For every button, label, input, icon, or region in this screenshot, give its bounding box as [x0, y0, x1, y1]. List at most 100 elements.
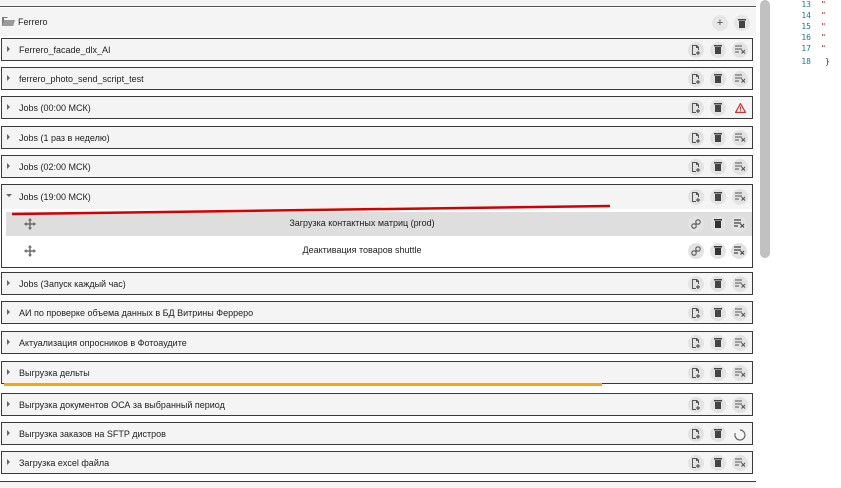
add-file-button[interactable] — [688, 189, 704, 205]
status-button[interactable] — [732, 426, 748, 442]
job-tree-panel: Ferrero + Ferrero_facade_dlx_AI ferrero_p… — [0, 0, 756, 488]
job-row[interactable]: Jobs (00:00 МСК) — [1, 96, 753, 119]
chevron-right-icon[interactable] — [7, 280, 10, 286]
status-button[interactable] — [732, 130, 748, 146]
add-file-button[interactable] — [688, 365, 704, 381]
clear-list-icon — [734, 458, 745, 467]
add-button[interactable]: + — [712, 15, 728, 31]
code-editor-fragment: 13 14 15 16 17 18 " " " " " } — [790, 0, 841, 70]
add-file-icon — [692, 45, 700, 55]
add-file-button[interactable] — [688, 100, 704, 116]
job-row-header[interactable]: Jobs (19:00 МСК) — [2, 185, 752, 209]
delete-button[interactable] — [710, 189, 726, 205]
trash-icon — [714, 458, 722, 467]
add-file-button[interactable] — [688, 305, 704, 321]
delete-button[interactable] — [710, 426, 726, 442]
delete-button[interactable] — [710, 130, 726, 146]
status-button[interactable] — [732, 276, 748, 292]
job-row[interactable]: Выгрузка заказов на SFTP дистров — [1, 422, 753, 445]
cropped-row-bottom — [0, 481, 756, 488]
child-job-row[interactable]: Деактивация товаров shuttle — [6, 239, 752, 263]
status-button[interactable] — [732, 305, 748, 321]
job-row[interactable]: Выгрузка дельты — [1, 361, 753, 384]
job-row[interactable]: Jobs (Запуск каждый час) — [1, 272, 753, 295]
trash-icon — [714, 368, 722, 377]
link-button[interactable] — [688, 216, 704, 232]
trash-icon — [738, 19, 746, 28]
link-icon — [691, 246, 701, 256]
status-button[interactable] — [732, 365, 748, 381]
line-number: 18 — [801, 57, 811, 66]
delete-button[interactable] — [710, 100, 726, 116]
trash-icon — [714, 162, 722, 171]
trash-icon — [714, 429, 722, 438]
link-icon — [691, 219, 701, 229]
delete-button[interactable] — [710, 397, 726, 413]
delete-button[interactable] — [710, 305, 726, 321]
delete-button[interactable] — [710, 335, 726, 351]
delete-button[interactable] — [710, 159, 726, 175]
child-job-row[interactable]: Загрузка контактных матриц (prod) — [6, 212, 752, 236]
chevron-right-icon[interactable] — [7, 46, 10, 52]
add-file-button[interactable] — [688, 130, 704, 146]
add-file-button[interactable] — [688, 426, 704, 442]
status-button[interactable] — [732, 455, 748, 471]
job-row[interactable]: Выгрузка документов ОСА за выбранный пер… — [1, 393, 753, 416]
delete-button[interactable] — [710, 216, 726, 232]
status-button[interactable] — [732, 42, 748, 58]
job-row[interactable]: Актуализация опросников в Фотоаудите — [1, 331, 753, 354]
status-button[interactable] — [732, 159, 748, 175]
job-row[interactable]: АИ по проверке объема данных в БД Витрин… — [1, 301, 753, 324]
status-button[interactable] — [732, 335, 748, 351]
chevron-right-icon[interactable] — [7, 339, 10, 345]
chevron-right-icon[interactable] — [7, 309, 10, 315]
delete-button[interactable] — [710, 42, 726, 58]
add-file-icon — [692, 192, 700, 202]
scrollbar-thumb[interactable] — [760, 0, 770, 258]
chevron-right-icon[interactable] — [7, 459, 10, 465]
folder-header[interactable]: Ferrero + — [0, 8, 756, 36]
delete-button[interactable] — [710, 365, 726, 381]
delete-button[interactable] — [710, 276, 726, 292]
chevron-down-icon[interactable] — [6, 194, 12, 197]
job-row[interactable]: Jobs (1 раз в неделю) — [1, 126, 753, 149]
chevron-right-icon[interactable] — [7, 75, 10, 81]
clear-list-button[interactable] — [731, 243, 747, 259]
trash-icon — [714, 192, 722, 201]
clear-list-icon — [734, 133, 745, 142]
clear-list-icon — [734, 338, 745, 347]
delete-button[interactable] — [710, 71, 726, 87]
job-row[interactable]: Загрузка excel файла — [1, 451, 753, 474]
job-row[interactable]: ferrero_photo_send_script_test — [1, 67, 753, 90]
delete-button[interactable] — [710, 455, 726, 471]
clear-list-icon — [734, 192, 745, 201]
trash-icon — [714, 74, 722, 83]
status-button[interactable] — [732, 100, 748, 116]
job-row[interactable]: Ferrero_facade_dlx_AI — [1, 38, 753, 61]
clear-list-button[interactable] — [732, 189, 748, 205]
add-file-button[interactable] — [688, 335, 704, 351]
add-file-button[interactable] — [688, 455, 704, 471]
clear-list-button[interactable] — [731, 216, 747, 232]
chevron-right-icon[interactable] — [7, 369, 10, 375]
job-row[interactable]: Jobs (02:00 МСК) — [1, 155, 753, 178]
chevron-right-icon[interactable] — [7, 401, 10, 407]
add-file-button[interactable] — [688, 276, 704, 292]
link-button[interactable] — [688, 243, 704, 259]
status-button[interactable] — [732, 71, 748, 87]
add-file-button[interactable] — [688, 71, 704, 87]
delete-folder-button[interactable] — [734, 15, 750, 31]
child-job-label: Загрузка контактных матриц (prod) — [289, 218, 435, 228]
line-number: 16 — [801, 33, 811, 42]
delete-button[interactable] — [710, 243, 726, 259]
status-button[interactable] — [732, 397, 748, 413]
chevron-right-icon[interactable] — [7, 163, 10, 169]
add-file-button[interactable] — [688, 159, 704, 175]
add-file-icon — [692, 162, 700, 172]
add-file-button[interactable] — [688, 42, 704, 58]
chevron-right-icon[interactable] — [7, 430, 10, 436]
trash-icon — [714, 308, 722, 317]
add-file-button[interactable] — [688, 397, 704, 413]
chevron-right-icon[interactable] — [7, 134, 10, 140]
chevron-right-icon[interactable] — [7, 104, 10, 110]
